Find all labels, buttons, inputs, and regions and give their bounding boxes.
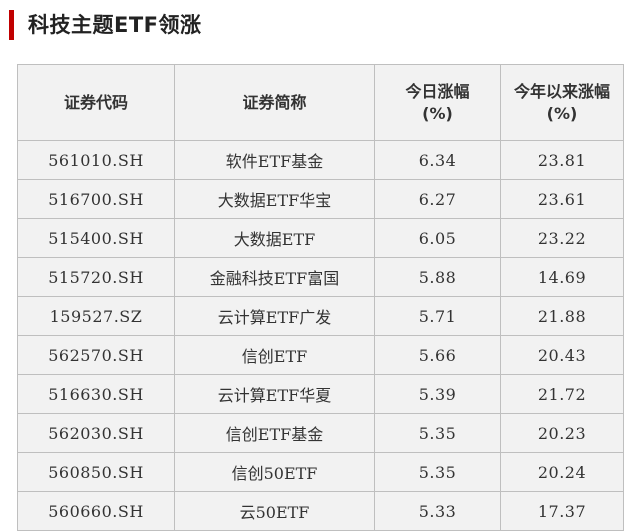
table-row: 562030.SH 信创ETF基金 5.35 20.23 bbox=[17, 413, 624, 453]
table-row: 560660.SH 云50ETF 5.33 17.37 bbox=[17, 491, 624, 531]
etf-table-container: 证券代码 证券简称 今日涨幅 (%) 今年以来涨幅 (%) 561010.SH … bbox=[17, 64, 624, 531]
header-day-change-label: 今日涨幅 bbox=[405, 81, 470, 101]
cell-day-change: 5.39 bbox=[374, 374, 501, 414]
header-code: 证券代码 bbox=[17, 64, 175, 141]
cell-day-change: 5.71 bbox=[374, 296, 501, 336]
cell-code: 560660.SH bbox=[17, 491, 175, 531]
table-row: 516700.SH 大数据ETF华宝 6.27 23.61 bbox=[17, 179, 624, 219]
cell-name: 信创ETF bbox=[174, 335, 375, 375]
page-title: 科技主题ETF领涨 bbox=[28, 13, 202, 37]
table-row: 561010.SH 软件ETF基金 6.34 23.81 bbox=[17, 140, 624, 180]
cell-day-change: 5.88 bbox=[374, 257, 501, 297]
cell-code: 516630.SH bbox=[17, 374, 175, 414]
table-row: 159527.SZ 云计算ETF广发 5.71 21.88 bbox=[17, 296, 624, 336]
cell-day-change: 6.05 bbox=[374, 218, 501, 258]
header-ytd-change-unit: (%) bbox=[546, 103, 578, 123]
cell-day-change: 6.34 bbox=[374, 140, 501, 180]
header-day-change: 今日涨幅 (%) bbox=[374, 64, 501, 141]
cell-ytd-change: 21.88 bbox=[500, 296, 624, 336]
table-row: 516630.SH 云计算ETF华夏 5.39 21.72 bbox=[17, 374, 624, 414]
cell-ytd-change: 20.43 bbox=[500, 335, 624, 375]
cell-name: 云计算ETF广发 bbox=[174, 296, 375, 336]
cell-ytd-change: 23.61 bbox=[500, 179, 624, 219]
cell-code: 515720.SH bbox=[17, 257, 175, 297]
title-bar: 科技主题ETF领涨 bbox=[0, 0, 640, 48]
cell-day-change: 5.66 bbox=[374, 335, 501, 375]
cell-day-change: 5.35 bbox=[374, 413, 501, 453]
cell-name: 信创50ETF bbox=[174, 452, 375, 492]
cell-code: 562570.SH bbox=[17, 335, 175, 375]
table-row: 515720.SH 金融科技ETF富国 5.88 14.69 bbox=[17, 257, 624, 297]
cell-name: 软件ETF基金 bbox=[174, 140, 375, 180]
cell-code: 561010.SH bbox=[17, 140, 175, 180]
cell-ytd-change: 21.72 bbox=[500, 374, 624, 414]
cell-ytd-change: 17.37 bbox=[500, 491, 624, 531]
header-day-change-unit: (%) bbox=[422, 103, 453, 123]
table-header-row: 证券代码 证券简称 今日涨幅 (%) 今年以来涨幅 (%) bbox=[17, 64, 624, 141]
cell-code: 159527.SZ bbox=[17, 296, 175, 336]
cell-name: 大数据ETF华宝 bbox=[174, 179, 375, 219]
cell-name: 信创ETF基金 bbox=[174, 413, 375, 453]
table-row: 562570.SH 信创ETF 5.66 20.43 bbox=[17, 335, 624, 375]
title-accent-bar bbox=[9, 10, 14, 40]
cell-code: 560850.SH bbox=[17, 452, 175, 492]
header-name: 证券简称 bbox=[174, 64, 375, 141]
cell-code: 515400.SH bbox=[17, 218, 175, 258]
header-ytd-change: 今年以来涨幅 (%) bbox=[500, 64, 624, 141]
cell-day-change: 5.33 bbox=[374, 491, 501, 531]
cell-ytd-change: 20.24 bbox=[500, 452, 624, 492]
cell-name: 大数据ETF bbox=[174, 218, 375, 258]
table-row: 560850.SH 信创50ETF 5.35 20.24 bbox=[17, 452, 624, 492]
cell-name: 云计算ETF华夏 bbox=[174, 374, 375, 414]
cell-ytd-change: 23.81 bbox=[500, 140, 624, 180]
header-ytd-change-label: 今年以来涨幅 bbox=[513, 81, 610, 101]
cell-code: 562030.SH bbox=[17, 413, 175, 453]
cell-name: 云50ETF bbox=[174, 491, 375, 531]
table-row: 515400.SH 大数据ETF 6.05 23.22 bbox=[17, 218, 624, 258]
cell-day-change: 6.27 bbox=[374, 179, 501, 219]
cell-code: 516700.SH bbox=[17, 179, 175, 219]
cell-ytd-change: 23.22 bbox=[500, 218, 624, 258]
cell-day-change: 5.35 bbox=[374, 452, 501, 492]
etf-table: 证券代码 证券简称 今日涨幅 (%) 今年以来涨幅 (%) 561010.SH … bbox=[17, 64, 624, 531]
cell-name: 金融科技ETF富国 bbox=[174, 257, 375, 297]
cell-ytd-change: 14.69 bbox=[500, 257, 624, 297]
cell-ytd-change: 20.23 bbox=[500, 413, 624, 453]
